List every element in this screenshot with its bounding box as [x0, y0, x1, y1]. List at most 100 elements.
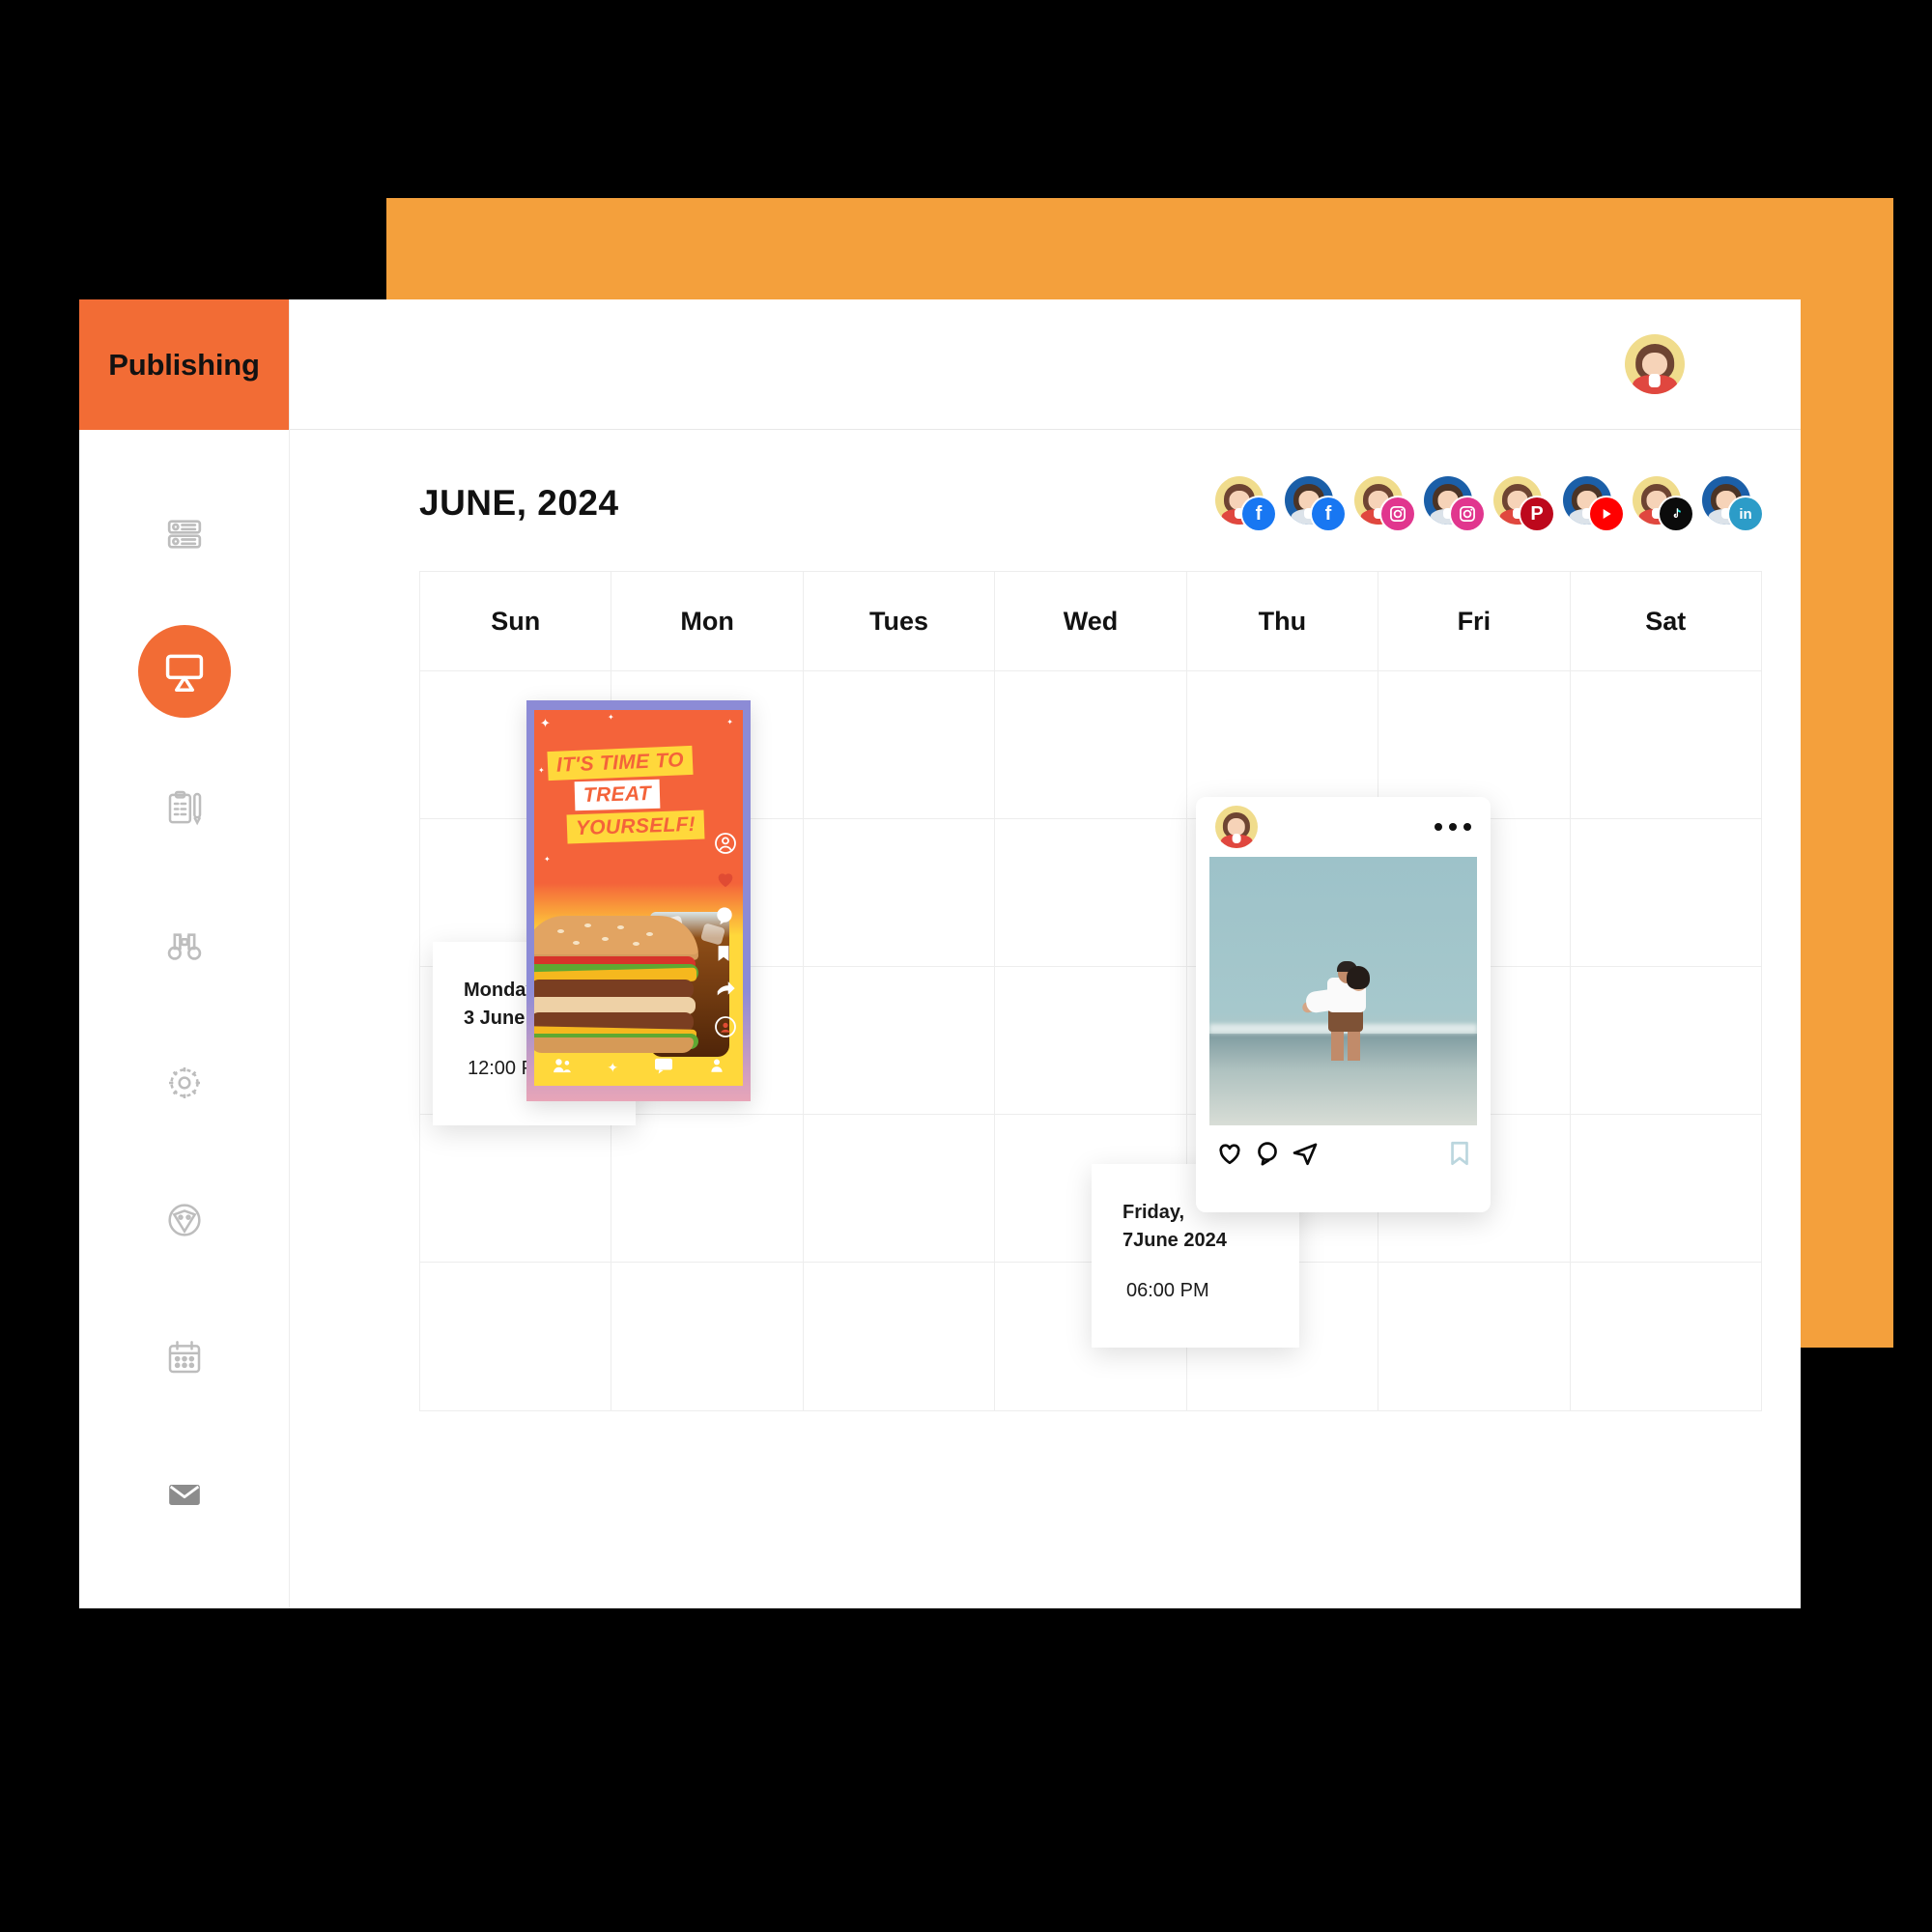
- app-window: Publishing JUNE, 2024 f f P in Sun Mon T…: [79, 299, 1801, 1608]
- calendar-day-cell[interactable]: [1571, 1263, 1761, 1410]
- headline-line-3: YOURSELF!: [566, 810, 705, 844]
- calendar-day-cell[interactable]: [611, 1263, 804, 1410]
- more-options-icon[interactable]: [1435, 823, 1471, 831]
- calendar-day-cell[interactable]: [803, 671, 996, 819]
- share-icon[interactable]: [1291, 1140, 1320, 1172]
- headline-line-1: IT'S TIME TO: [547, 745, 694, 781]
- sidebar-nav: [79, 430, 289, 1608]
- calendar-day-cell[interactable]: [420, 1115, 612, 1263]
- screenshot-stage: Publishing JUNE, 2024 f f P in Sun Mon T…: [0, 0, 1932, 1932]
- calendar-day-cell[interactable]: [803, 1115, 996, 1263]
- comment-icon[interactable]: [714, 905, 737, 928]
- brand-title: Publishing: [108, 347, 260, 382]
- avatar-collar: [1232, 834, 1241, 843]
- post-image-couple-on-beach: [1209, 857, 1477, 1125]
- figure-hair: [1346, 966, 1370, 990]
- calendar-day-cell[interactable]: [1570, 671, 1761, 819]
- sidebar: Publishing: [79, 299, 290, 1608]
- day-header-mon: Mon: [611, 572, 804, 671]
- calendar-day-cell[interactable]: [420, 1263, 612, 1410]
- youtube-icon: [1590, 497, 1623, 530]
- social-account-facebook-2[interactable]: f: [1285, 476, 1345, 530]
- chat-icon[interactable]: [653, 1057, 674, 1079]
- sidebar-item-settings[interactable]: [138, 1037, 231, 1129]
- sidebar-item-calendar[interactable]: [138, 1311, 231, 1404]
- calendar-day-cell[interactable]: [1570, 967, 1761, 1115]
- person-icon[interactable]: [708, 1057, 725, 1079]
- headline-line-2: TREAT: [574, 779, 661, 811]
- page-title: JUNE, 2024: [419, 483, 619, 523]
- pinterest-icon: P: [1520, 497, 1553, 530]
- facebook-icon: f: [1312, 497, 1345, 530]
- day-header-sun: Sun: [420, 572, 612, 671]
- calendar-day-cell[interactable]: [803, 967, 996, 1115]
- social-account-pinterest[interactable]: P: [1493, 476, 1553, 530]
- people-icon[interactable]: [552, 1058, 573, 1078]
- facebook-icon: f: [1242, 497, 1275, 530]
- avatar-collar: [1648, 373, 1662, 387]
- bookmark-icon[interactable]: [714, 942, 737, 965]
- sidebar-item-tasks[interactable]: [138, 762, 231, 855]
- calendar-day-cell[interactable]: [1378, 1263, 1571, 1410]
- heart-icon[interactable]: [1215, 1140, 1244, 1172]
- calendar-day-cell[interactable]: [803, 819, 996, 967]
- social-account-youtube[interactable]: [1563, 476, 1623, 530]
- heart-icon[interactable]: [714, 868, 737, 892]
- post-action-group: [1215, 1140, 1320, 1172]
- post-preview-burger[interactable]: ✦ ✦ ✦ ✦ ✦ IT'S TIME TO TREAT YOURSELF! ✦: [526, 700, 751, 1101]
- calendar-day-cell[interactable]: [995, 671, 1187, 819]
- avatar-face: [1641, 352, 1668, 377]
- avatar[interactable]: [1625, 334, 1685, 394]
- post-preview-beach[interactable]: [1196, 797, 1491, 1212]
- clipboard-pen-icon: [165, 789, 204, 828]
- patty-top: [534, 980, 695, 999]
- comment-icon[interactable]: [1254, 1140, 1281, 1172]
- creative-canvas: ✦ ✦ ✦ ✦ ✦ IT'S TIME TO TREAT YOURSELF! ✦: [534, 710, 743, 1086]
- calendar-day-cell[interactable]: [1570, 819, 1761, 967]
- day-header-wed: Wed: [995, 572, 1187, 671]
- linkedin-icon: in: [1729, 497, 1762, 530]
- social-account-list: f f P in: [1215, 476, 1762, 530]
- content-header: JUNE, 2024 f f P in: [290, 430, 1801, 530]
- shield-badge-icon: [165, 1201, 204, 1239]
- bun-bottom: [534, 1037, 695, 1053]
- calendar-header-row: Sun Mon Tues Wed Thu Fri Sat: [420, 572, 1761, 671]
- sidebar-item-publishing[interactable]: [137, 625, 231, 718]
- sidebar-item-security[interactable]: [138, 1174, 231, 1266]
- calendar-day-cell[interactable]: [1570, 1115, 1761, 1263]
- story-action-rail: [714, 832, 737, 1038]
- calendar-day-cell[interactable]: [995, 967, 1187, 1115]
- brand-header: Publishing: [79, 299, 289, 430]
- calendar-week-row: [420, 1115, 1761, 1263]
- share-icon[interactable]: [714, 979, 737, 1002]
- message-bubble-icon[interactable]: [714, 1015, 737, 1038]
- social-account-instagram-2[interactable]: [1424, 476, 1484, 530]
- calendar-day-cell[interactable]: [995, 819, 1187, 967]
- burger-image: [534, 916, 698, 1053]
- bun-top: [534, 916, 698, 960]
- social-account-instagram-1[interactable]: [1354, 476, 1414, 530]
- social-account-tiktok[interactable]: [1633, 476, 1692, 530]
- day-header-fri: Fri: [1378, 572, 1571, 671]
- day-header-sat: Sat: [1570, 572, 1761, 671]
- day-header-thu: Thu: [1186, 572, 1379, 671]
- bookmark-icon[interactable]: [1446, 1140, 1473, 1172]
- presentation-icon: [163, 650, 206, 693]
- sidebar-item-accounts[interactable]: [138, 488, 231, 581]
- social-account-linkedin[interactable]: in: [1702, 476, 1762, 530]
- avatar[interactable]: [1215, 806, 1258, 848]
- calendar-day-cell[interactable]: [804, 1263, 996, 1410]
- sidebar-item-inbox[interactable]: [138, 1448, 231, 1541]
- social-account-facebook-1[interactable]: f: [1215, 476, 1275, 530]
- sidebar-item-monitoring[interactable]: [138, 899, 231, 992]
- schedule-date: 7June 2024: [1122, 1230, 1227, 1251]
- couple-figure: [1300, 960, 1385, 1062]
- profile-icon[interactable]: [714, 832, 737, 855]
- server-list-icon: [165, 515, 204, 554]
- day-header-tues: Tues: [803, 572, 996, 671]
- calendar-day-cell[interactable]: [611, 1115, 804, 1263]
- sidebar-item-messages[interactable]: [138, 1585, 231, 1608]
- binoculars-icon: [164, 925, 205, 966]
- creative-headline: IT'S TIME TO TREAT YOURSELF!: [547, 745, 733, 844]
- post-card-actions: [1196, 1125, 1491, 1185]
